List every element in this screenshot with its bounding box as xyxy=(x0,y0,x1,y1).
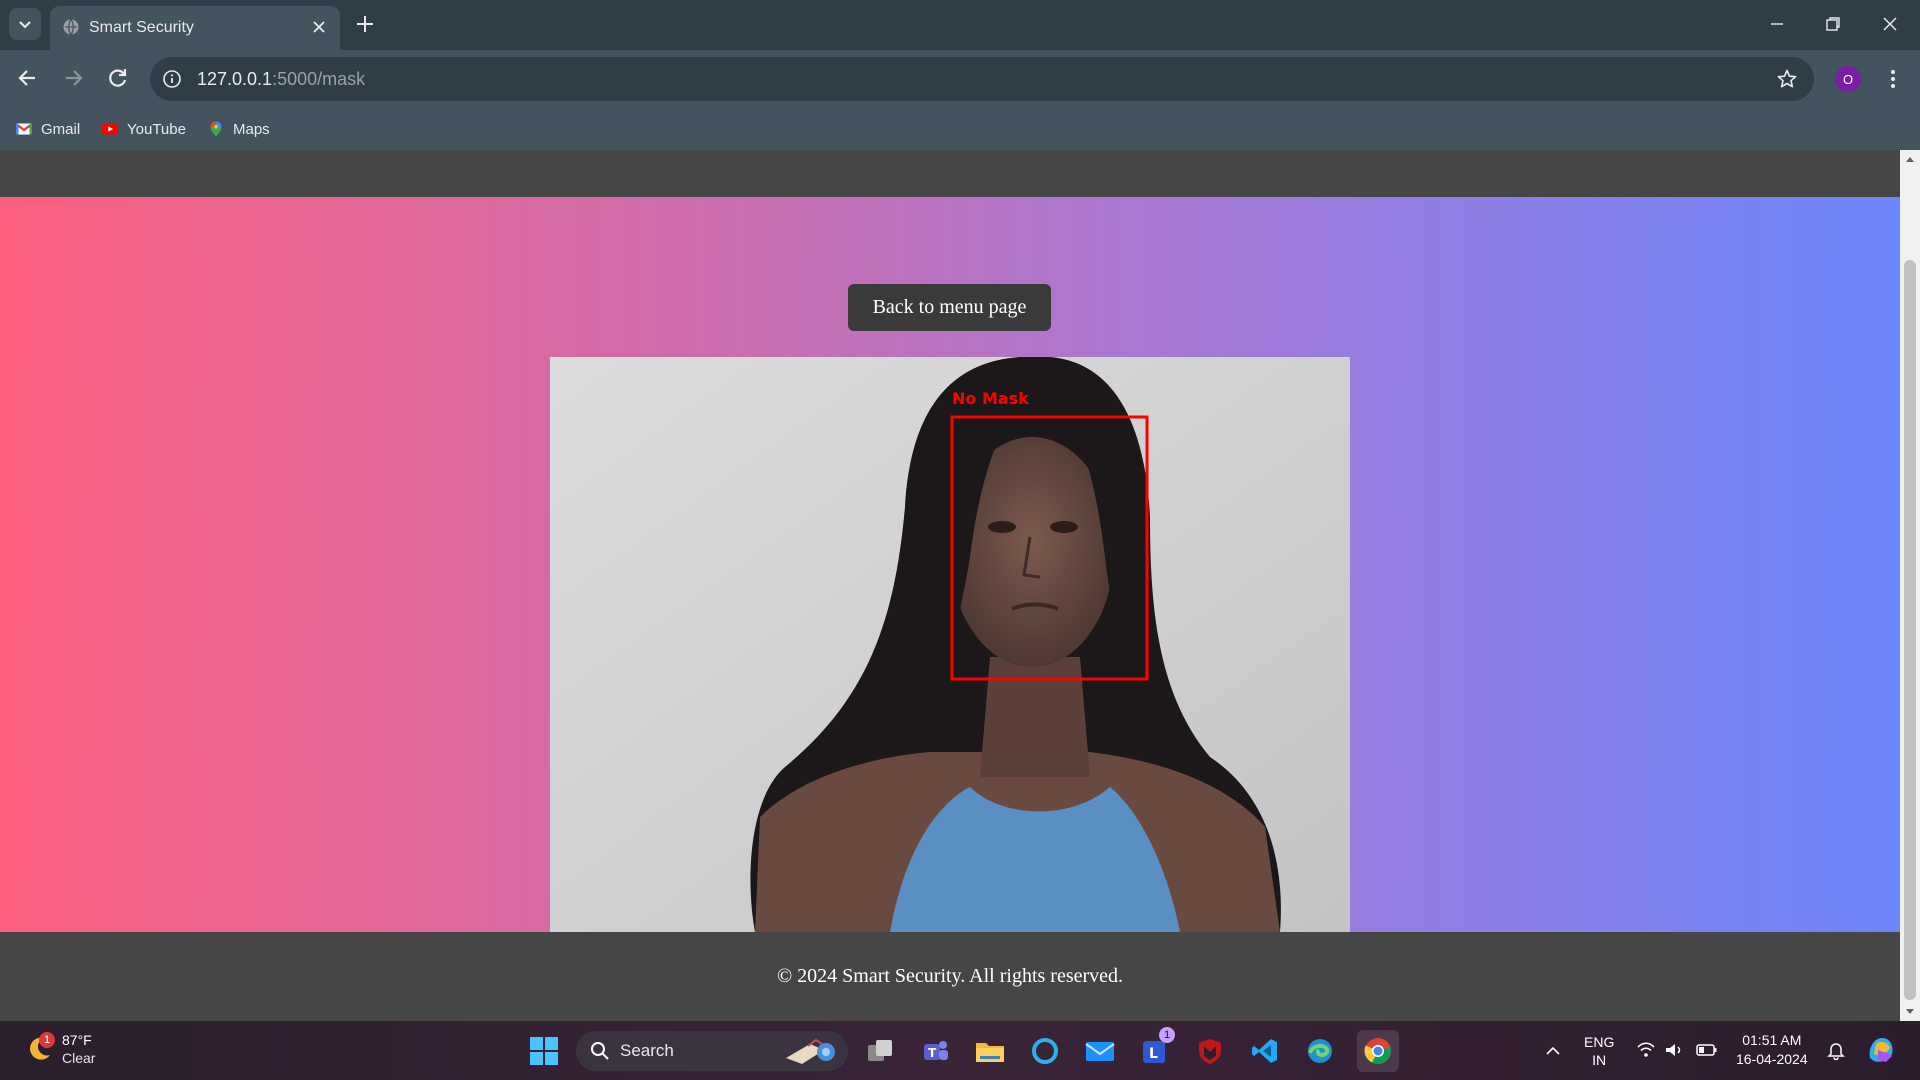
tab-title: Smart Security xyxy=(89,19,194,36)
bookmark-label: YouTube xyxy=(127,120,186,138)
scroll-down-icon[interactable] xyxy=(1905,1006,1915,1016)
close-tab-icon[interactable] xyxy=(310,18,328,36)
moon-icon: 1 xyxy=(24,1032,55,1064)
bookmark-star-icon[interactable] xyxy=(1776,68,1798,90)
windows-logo-icon xyxy=(530,1037,558,1065)
vscode-button[interactable] xyxy=(1247,1033,1283,1069)
edge-icon xyxy=(1308,1039,1332,1063)
camera-frame-image xyxy=(550,357,1350,932)
more-menu-icon[interactable] xyxy=(1883,67,1903,91)
copilot-icon[interactable] xyxy=(1864,1034,1898,1066)
start-button[interactable] xyxy=(526,1033,562,1069)
search-label: Search xyxy=(620,1041,674,1060)
profile-avatar[interactable]: O xyxy=(1835,66,1861,92)
gradient-section: Back to menu page No Mask xyxy=(0,197,1900,932)
windows-taskbar: 1 87°F Clear Search T L 1 ENG IN 01:51 A… xyxy=(0,1021,1920,1080)
bookmark-label: Maps xyxy=(233,120,270,138)
teams-icon: T xyxy=(924,1041,948,1060)
language-indicator[interactable]: ENG IN xyxy=(1584,1021,1614,1080)
bookmark-gmail[interactable]: Gmail xyxy=(15,117,80,141)
task-view-icon xyxy=(868,1040,892,1061)
page-footer: © 2024 Smart Security. All rights reserv… xyxy=(0,932,1900,1021)
globe-icon xyxy=(63,19,79,35)
taskbar-search[interactable]: Search xyxy=(576,1031,848,1071)
notification-bell-icon[interactable] xyxy=(1826,1040,1846,1060)
close-window-icon[interactable] xyxy=(1878,12,1902,36)
bookmarks-bar: Gmail YouTube Maps xyxy=(0,108,1920,150)
cortana-icon xyxy=(1032,1038,1058,1064)
lens-badge: 1 xyxy=(1159,1027,1175,1043)
lang-bottom: IN xyxy=(1592,1051,1607,1068)
task-view-button[interactable] xyxy=(862,1033,898,1069)
edge-button[interactable] xyxy=(1302,1033,1338,1069)
weather-badge: 1 xyxy=(39,1032,55,1048)
minimize-icon[interactable] xyxy=(1765,12,1789,36)
browser-toolbar: 127.0.0.1:5000/mask O xyxy=(0,50,1920,108)
clock-date: 16-04-2024 xyxy=(1736,1051,1808,1067)
forward-arrow-icon[interactable] xyxy=(60,65,86,91)
detection-label: No Mask xyxy=(952,389,1029,408)
copyright-text: © 2024 Smart Security. All rights reserv… xyxy=(776,965,1124,987)
page-scrollbar[interactable] xyxy=(1900,150,1920,1021)
search-icon xyxy=(591,1042,609,1060)
folder-icon xyxy=(976,1043,1004,1062)
lens-app-button[interactable]: L 1 xyxy=(1137,1027,1175,1069)
lang-top: ENG xyxy=(1584,1033,1615,1050)
active-tab[interactable]: Smart Security xyxy=(50,6,340,50)
bookmark-youtube[interactable]: YouTube xyxy=(101,117,186,141)
scroll-up-icon[interactable] xyxy=(1905,155,1915,165)
bookmark-label: Gmail xyxy=(41,120,81,138)
chevron-down-icon xyxy=(19,21,31,29)
svg-text:T: T xyxy=(928,1046,937,1060)
mcafee-button[interactable] xyxy=(1192,1033,1228,1069)
cortana-button[interactable] xyxy=(1027,1033,1063,1069)
back-to-menu-button[interactable]: Back to menu page xyxy=(848,284,1051,331)
mail-icon xyxy=(1085,1042,1115,1061)
search-highlight-icon xyxy=(786,1038,835,1064)
scroll-thumb[interactable] xyxy=(1904,260,1916,1000)
gmail-icon xyxy=(15,123,33,135)
youtube-icon xyxy=(102,123,118,135)
page-header-bar xyxy=(0,150,1900,197)
camera-feed: No Mask xyxy=(550,357,1350,932)
address-bar[interactable]: 127.0.0.1:5000/mask xyxy=(150,57,1814,101)
browser-tab-bar: Smart Security xyxy=(0,0,1920,50)
back-arrow-icon[interactable] xyxy=(15,65,41,91)
reload-icon[interactable] xyxy=(105,65,131,91)
page-viewport: Back to menu page No Mask © 2024 Smart S… xyxy=(0,150,1920,1021)
system-clock[interactable]: 01:51 AM 16-04-2024 xyxy=(1736,1031,1808,1069)
url-text: 127.0.0.1:5000/mask xyxy=(197,69,366,89)
weather-temp: 87°F xyxy=(62,1032,92,1048)
maps-icon xyxy=(210,121,222,137)
battery-icon[interactable] xyxy=(1696,1042,1718,1058)
weather-widget[interactable]: 1 87°F Clear xyxy=(24,1031,95,1067)
clock-time: 01:51 AM xyxy=(1742,1032,1802,1048)
mail-button[interactable] xyxy=(1082,1033,1118,1069)
site-info-icon[interactable] xyxy=(162,69,182,89)
wifi-icon[interactable] xyxy=(1636,1041,1656,1059)
restore-icon[interactable] xyxy=(1821,12,1845,36)
chrome-button[interactable] xyxy=(1357,1030,1399,1072)
volume-icon[interactable] xyxy=(1664,1041,1684,1059)
chevron-up-icon[interactable] xyxy=(1544,1042,1562,1060)
shield-icon xyxy=(1199,1039,1221,1064)
weather-desc: Clear xyxy=(62,1050,96,1066)
file-explorer-button[interactable] xyxy=(972,1033,1008,1069)
new-tab-icon[interactable] xyxy=(354,13,376,35)
chrome-icon xyxy=(1364,1038,1391,1064)
svg-text:L: L xyxy=(1149,1046,1158,1062)
teams-button[interactable]: T xyxy=(917,1033,953,1069)
vscode-icon xyxy=(1252,1039,1277,1063)
tab-search-button[interactable] xyxy=(9,8,41,40)
bookmark-maps[interactable]: Maps xyxy=(207,117,270,141)
